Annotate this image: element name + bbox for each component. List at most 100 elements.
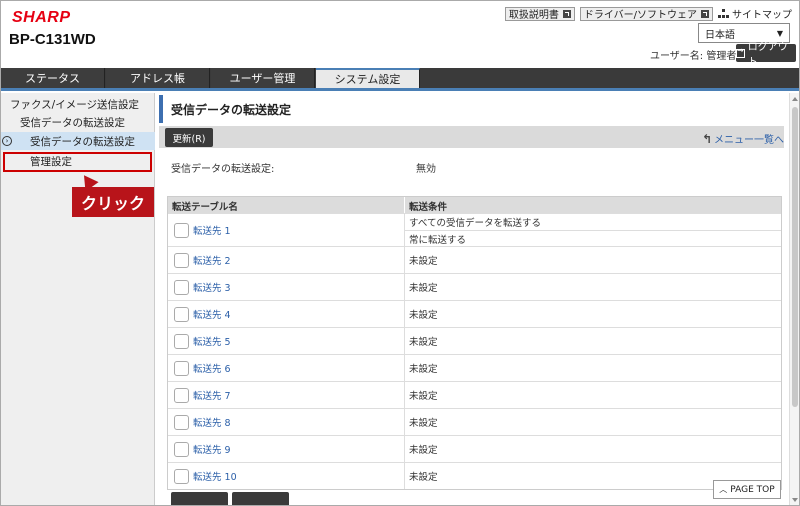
row-checkbox[interactable]: [174, 222, 189, 238]
top-links: 取扱説明書 ドライバー/ソフトウェア サイトマップ: [504, 6, 792, 21]
condition-cell: 未設定: [409, 310, 438, 321]
external-link-icon: [701, 9, 709, 18]
destination-link[interactable]: 転送先 7: [193, 388, 231, 402]
destination-link[interactable]: 転送先 5: [193, 334, 231, 348]
manual-link-label: 取扱説明書: [508, 10, 559, 21]
tab-status[interactable]: ステータス: [1, 68, 105, 88]
row-name-cell: 転送先 9: [168, 436, 405, 462]
destination-link[interactable]: 転送先 9: [193, 442, 231, 456]
bottom-button[interactable]: [232, 492, 289, 506]
row-checkbox[interactable]: [174, 468, 189, 484]
setting-value: 無効: [416, 164, 436, 175]
row-checkbox[interactable]: [174, 360, 189, 376]
destination-link[interactable]: 転送先 3: [193, 280, 231, 294]
table-row: 転送先 4 未設定: [168, 300, 781, 327]
sitemap-label: サイトマップ: [732, 10, 792, 21]
destination-link[interactable]: 転送先 6: [193, 361, 231, 375]
destination-link[interactable]: 転送先 4: [193, 307, 231, 321]
driver-link[interactable]: ドライバー/ソフトウェア: [579, 6, 713, 21]
external-link-icon: [562, 9, 571, 18]
chevron-right-icon: ›: [2, 136, 12, 146]
destination-link[interactable]: 転送先 10: [193, 469, 237, 483]
table-row: 転送先 5 未設定: [168, 327, 781, 354]
condition-cell: 未設定: [409, 364, 438, 375]
model-name: BP-C131WD: [9, 31, 96, 48]
header-table-name: 転送テーブル名: [168, 197, 405, 213]
row-name-cell: 転送先 5: [168, 328, 405, 354]
row-checkbox[interactable]: [174, 441, 189, 457]
row-checkbox[interactable]: [174, 414, 189, 430]
setting-label: 受信データの転送設定:: [171, 164, 275, 175]
manual-link[interactable]: 取扱説明書: [504, 6, 575, 21]
header: SHARP BP-C131WD 取扱説明書 ドライバー/ソフトウェア サイトマッ…: [0, 0, 800, 68]
row-name-cell: 転送先 1: [168, 214, 405, 246]
forward-table: 転送テーブル名 転送条件 転送先 1 すべての受信データを転送する 常に転送する…: [167, 196, 782, 490]
scroll-up-icon[interactable]: [792, 97, 798, 101]
row-conditions: すべての受信データを転送する 常に転送する: [405, 214, 781, 246]
toolbar: 更新(R) ↰ メニュー一覧へ: [159, 126, 784, 148]
destination-link[interactable]: 転送先 2: [193, 253, 231, 267]
row-checkbox[interactable]: [174, 252, 189, 268]
brand-logo: SHARP: [12, 9, 71, 26]
page-top-button[interactable]: ︿ PAGE TOP: [713, 480, 781, 499]
row-name-cell: 転送先 2: [168, 247, 405, 273]
header-conditions: 転送条件: [409, 202, 448, 213]
scroll-thumb[interactable]: [792, 107, 798, 407]
row-name-cell: 転送先 6: [168, 355, 405, 381]
row-name-cell: 転送先 8: [168, 409, 405, 435]
row-checkbox[interactable]: [174, 306, 189, 322]
scroll-down-icon[interactable]: [792, 498, 798, 502]
driver-link-label: ドライバー/ソフトウェア: [583, 10, 697, 21]
row-checkbox[interactable]: [174, 333, 189, 349]
menu-list-label: メニュー一覧へ: [714, 135, 784, 146]
sidebar-item-receive-forward-group[interactable]: 受信データの転送設定: [0, 113, 155, 131]
condition-cell: 未設定: [409, 283, 438, 294]
table-row: 転送先 9 未設定: [168, 435, 781, 462]
page-top-label: PAGE TOP: [730, 484, 775, 495]
condition-cell: 未設定: [409, 391, 438, 402]
table-row: 転送先 7 未設定: [168, 381, 781, 408]
tab-system-settings[interactable]: システム設定: [316, 68, 420, 88]
table-row: 転送先 10 未設定: [168, 462, 781, 489]
table-header: 転送テーブル名 転送条件: [168, 197, 781, 213]
condition-cell: 未設定: [409, 418, 438, 429]
row-name-cell: 転送先 4: [168, 301, 405, 327]
user-name: ユーザー名: 管理者: [650, 51, 737, 62]
sidebar-item-label: 受信データの転送設定: [30, 135, 135, 148]
sidebar-item-fax-image-send[interactable]: ファクス/イメージ送信設定: [0, 95, 155, 113]
tab-user-management[interactable]: ユーザー管理: [211, 68, 315, 88]
condition-cell: 未設定: [409, 256, 438, 267]
condition-cell: 常に転送する: [405, 230, 781, 246]
destination-link[interactable]: 転送先 1: [193, 223, 231, 237]
logout-label: ログアウト: [747, 42, 788, 68]
row-checkbox[interactable]: [174, 279, 189, 295]
logout-button[interactable]: ログアウト: [736, 42, 796, 68]
bottom-buttons: [171, 492, 289, 506]
sitemap-link[interactable]: サイトマップ: [718, 6, 792, 21]
refresh-button[interactable]: 更新(R): [165, 128, 213, 147]
menu-list-link[interactable]: ↰ メニュー一覧へ: [701, 131, 784, 147]
back-to-menu-icon: ↰: [701, 131, 712, 146]
bottom-button[interactable]: [171, 492, 228, 506]
condition-cell: すべての受信データを転送する: [409, 218, 541, 229]
table-row: 転送先 6 未設定: [168, 354, 781, 381]
chevron-up-icon: ︿: [719, 485, 728, 494]
sidebar-item-receive-forward[interactable]: › 受信データの転送設定: [0, 132, 155, 150]
highlight-box: [3, 152, 152, 172]
table-row: 転送先 8 未設定: [168, 408, 781, 435]
destination-link[interactable]: 転送先 8: [193, 415, 231, 429]
table-row: 転送先 2 未設定: [168, 246, 781, 273]
row-name-cell: 転送先 10: [168, 463, 405, 489]
row-checkbox[interactable]: [174, 387, 189, 403]
chevron-down-icon: ▼: [776, 28, 783, 38]
logout-icon: [736, 46, 745, 58]
row-name-cell: 転送先 3: [168, 274, 405, 300]
condition-cell: 未設定: [409, 445, 438, 456]
tab-address-book[interactable]: アドレス帳: [106, 68, 210, 88]
main-tabs: ステータス アドレス帳 ユーザー管理 システム設定: [0, 68, 800, 91]
sitemap-icon: [718, 8, 729, 19]
scrollbar[interactable]: [789, 93, 800, 506]
main-content: 受信データの転送設定 更新(R) ↰ メニュー一覧へ 受信データの転送設定: 無…: [157, 93, 789, 506]
page-title: 受信データの転送設定: [159, 95, 784, 123]
table-row: 転送先 1 すべての受信データを転送する 常に転送する: [168, 213, 781, 246]
